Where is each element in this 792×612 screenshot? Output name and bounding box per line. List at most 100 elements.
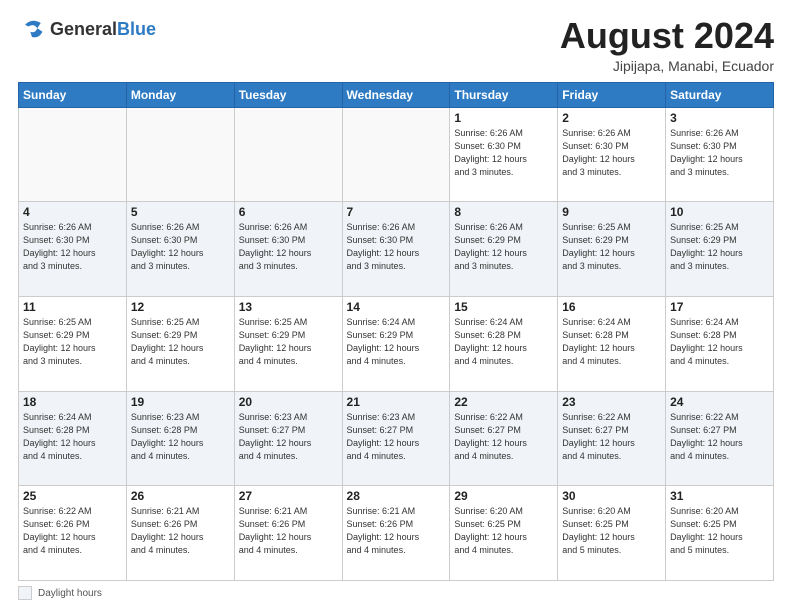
day-info: Sunrise: 6:26 AM Sunset: 6:30 PM Dayligh… xyxy=(347,221,446,273)
calendar-day-header: Thursday xyxy=(450,82,558,107)
day-number: 26 xyxy=(131,489,230,503)
day-info: Sunrise: 6:22 AM Sunset: 6:27 PM Dayligh… xyxy=(670,411,769,463)
day-info: Sunrise: 6:24 AM Sunset: 6:28 PM Dayligh… xyxy=(23,411,122,463)
calendar-cell: 20Sunrise: 6:23 AM Sunset: 6:27 PM Dayli… xyxy=(234,391,342,486)
calendar-cell xyxy=(19,107,127,202)
day-number: 7 xyxy=(347,205,446,219)
calendar-cell: 16 Sunrise: 6:24 AM Sunset: 6:28 PM Dayli… xyxy=(558,296,666,391)
logo-icon xyxy=(18,16,46,44)
header: GeneralBlue August 2024 Jipijapa, Manabi… xyxy=(18,16,774,74)
calendar-cell: 2 Sunrise: 6:26 AM Sunset: 6:30 PM Daylig… xyxy=(558,107,666,202)
calendar-cell: 11Sunrise: 6:25 AM Sunset: 6:29 PM Dayli… xyxy=(19,296,127,391)
calendar-cell: 22 Sunrise: 6:22 AM Sunset: 6:27 PM Dayli… xyxy=(450,391,558,486)
day-info: Sunrise: 6:26 AM Sunset: 6:30 PM Dayligh… xyxy=(23,221,122,273)
day-info: Sunrise: 6:21 AM Sunset: 6:26 PM Dayligh… xyxy=(347,505,446,557)
calendar-cell: 7 Sunrise: 6:26 AM Sunset: 6:30 PM Daylig… xyxy=(342,202,450,297)
day-number: 15 xyxy=(454,300,553,314)
calendar-header-row: SundayMondayTuesdayWednesdayThursdayFrid… xyxy=(19,82,774,107)
day-info: Sunrise: 6:26 AM Sunset: 6:29 PM Dayligh… xyxy=(454,221,553,273)
calendar-cell: 18 Sunrise: 6:24 AM Sunset: 6:28 PM Dayli… xyxy=(19,391,127,486)
day-info: Sunrise: 6:20 AM Sunset: 6:25 PM Dayligh… xyxy=(454,505,553,557)
day-info: Sunrise: 6:25 AM Sunset: 6:29 PM Dayligh… xyxy=(131,316,230,368)
day-number: 24 xyxy=(670,395,769,409)
logo: GeneralBlue xyxy=(18,16,156,44)
day-number: 25 xyxy=(23,489,122,503)
day-number: 23 xyxy=(562,395,661,409)
day-info: Sunrise: 6:24 AM Sunset: 6:28 PM Dayligh… xyxy=(670,316,769,368)
day-number: 5 xyxy=(131,205,230,219)
day-info: Sunrise: 6:21 AM Sunset: 6:26 PM Dayligh… xyxy=(239,505,338,557)
day-info: Sunrise: 6:22 AM Sunset: 6:27 PM Dayligh… xyxy=(454,411,553,463)
day-number: 28 xyxy=(347,489,446,503)
logo-text: GeneralBlue xyxy=(50,20,156,40)
calendar-day-header: Friday xyxy=(558,82,666,107)
day-number: 10 xyxy=(670,205,769,219)
logo-blue: Blue xyxy=(117,19,156,39)
day-number: 21 xyxy=(347,395,446,409)
calendar-week-row: 18 Sunrise: 6:24 AM Sunset: 6:28 PM Dayli… xyxy=(19,391,774,486)
calendar-cell: 8 Sunrise: 6:26 AM Sunset: 6:29 PM Daylig… xyxy=(450,202,558,297)
day-number: 8 xyxy=(454,205,553,219)
day-info: Sunrise: 6:20 AM Sunset: 6:25 PM Dayligh… xyxy=(670,505,769,557)
calendar-cell: 3Sunrise: 6:26 AM Sunset: 6:30 PM Daylig… xyxy=(666,107,774,202)
calendar-cell: 26 Sunrise: 6:21 AM Sunset: 6:26 PM Dayli… xyxy=(126,486,234,581)
day-number: 3 xyxy=(670,111,769,125)
calendar-cell: 30 Sunrise: 6:20 AM Sunset: 6:25 PM Dayli… xyxy=(558,486,666,581)
calendar-week-row: 4Sunrise: 6:26 AM Sunset: 6:30 PM Daylig… xyxy=(19,202,774,297)
calendar-day-header: Saturday xyxy=(666,82,774,107)
calendar-cell: 15 Sunrise: 6:24 AM Sunset: 6:28 PM Dayli… xyxy=(450,296,558,391)
day-info: Sunrise: 6:26 AM Sunset: 6:30 PM Dayligh… xyxy=(131,221,230,273)
page: GeneralBlue August 2024 Jipijapa, Manabi… xyxy=(0,0,792,612)
calendar-cell: 5 Sunrise: 6:26 AM Sunset: 6:30 PM Daylig… xyxy=(126,202,234,297)
day-info: Sunrise: 6:24 AM Sunset: 6:28 PM Dayligh… xyxy=(562,316,661,368)
day-number: 17 xyxy=(670,300,769,314)
day-number: 31 xyxy=(670,489,769,503)
day-info: Sunrise: 6:24 AM Sunset: 6:28 PM Dayligh… xyxy=(454,316,553,368)
calendar-cell xyxy=(126,107,234,202)
calendar-week-row: 1 Sunrise: 6:26 AM Sunset: 6:30 PM Daylig… xyxy=(19,107,774,202)
day-number: 27 xyxy=(239,489,338,503)
day-info: Sunrise: 6:24 AM Sunset: 6:29 PM Dayligh… xyxy=(347,316,446,368)
calendar-cell: 10 Sunrise: 6:25 AM Sunset: 6:29 PM Dayli… xyxy=(666,202,774,297)
calendar-cell: 13Sunrise: 6:25 AM Sunset: 6:29 PM Dayli… xyxy=(234,296,342,391)
day-info: Sunrise: 6:26 AM Sunset: 6:30 PM Dayligh… xyxy=(239,221,338,273)
footer-note: Daylight hours xyxy=(18,586,774,600)
calendar-cell: 29 Sunrise: 6:20 AM Sunset: 6:25 PM Dayli… xyxy=(450,486,558,581)
calendar-cell: 17 Sunrise: 6:24 AM Sunset: 6:28 PM Dayli… xyxy=(666,296,774,391)
day-number: 22 xyxy=(454,395,553,409)
day-info: Sunrise: 6:25 AM Sunset: 6:29 PM Dayligh… xyxy=(23,316,122,368)
location: Jipijapa, Manabi, Ecuador xyxy=(560,58,774,74)
calendar-cell: 28 Sunrise: 6:21 AM Sunset: 6:26 PM Dayli… xyxy=(342,486,450,581)
day-number: 13 xyxy=(239,300,338,314)
calendar-cell xyxy=(342,107,450,202)
calendar-cell: 31 Sunrise: 6:20 AM Sunset: 6:25 PM Dayli… xyxy=(666,486,774,581)
calendar-cell: 23Sunrise: 6:22 AM Sunset: 6:27 PM Dayli… xyxy=(558,391,666,486)
day-info: Sunrise: 6:23 AM Sunset: 6:28 PM Dayligh… xyxy=(131,411,230,463)
day-number: 2 xyxy=(562,111,661,125)
calendar-cell: 14 Sunrise: 6:24 AM Sunset: 6:29 PM Dayli… xyxy=(342,296,450,391)
day-info: Sunrise: 6:25 AM Sunset: 6:29 PM Dayligh… xyxy=(670,221,769,273)
logo-general: General xyxy=(50,19,117,39)
calendar-cell: 24 Sunrise: 6:22 AM Sunset: 6:27 PM Dayli… xyxy=(666,391,774,486)
day-number: 19 xyxy=(131,395,230,409)
day-number: 1 xyxy=(454,111,553,125)
day-info: Sunrise: 6:22 AM Sunset: 6:26 PM Dayligh… xyxy=(23,505,122,557)
calendar-day-header: Tuesday xyxy=(234,82,342,107)
day-number: 12 xyxy=(131,300,230,314)
day-number: 29 xyxy=(454,489,553,503)
calendar-day-header: Sunday xyxy=(19,82,127,107)
calendar-cell: 1Sunrise: 6:26 AM Sunset: 6:30 PM Daylig… xyxy=(450,107,558,202)
day-info: Sunrise: 6:20 AM Sunset: 6:25 PM Dayligh… xyxy=(562,505,661,557)
day-info: Sunrise: 6:21 AM Sunset: 6:26 PM Dayligh… xyxy=(131,505,230,557)
day-number: 30 xyxy=(562,489,661,503)
calendar-cell xyxy=(234,107,342,202)
day-number: 6 xyxy=(239,205,338,219)
calendar-cell: 9Sunrise: 6:25 AM Sunset: 6:29 PM Daylig… xyxy=(558,202,666,297)
day-number: 18 xyxy=(23,395,122,409)
calendar-cell: 12 Sunrise: 6:25 AM Sunset: 6:29 PM Dayli… xyxy=(126,296,234,391)
day-number: 14 xyxy=(347,300,446,314)
day-info: Sunrise: 6:26 AM Sunset: 6:30 PM Dayligh… xyxy=(562,127,661,179)
day-number: 16 xyxy=(562,300,661,314)
day-number: 20 xyxy=(239,395,338,409)
daylight-label: Daylight hours xyxy=(38,588,102,599)
